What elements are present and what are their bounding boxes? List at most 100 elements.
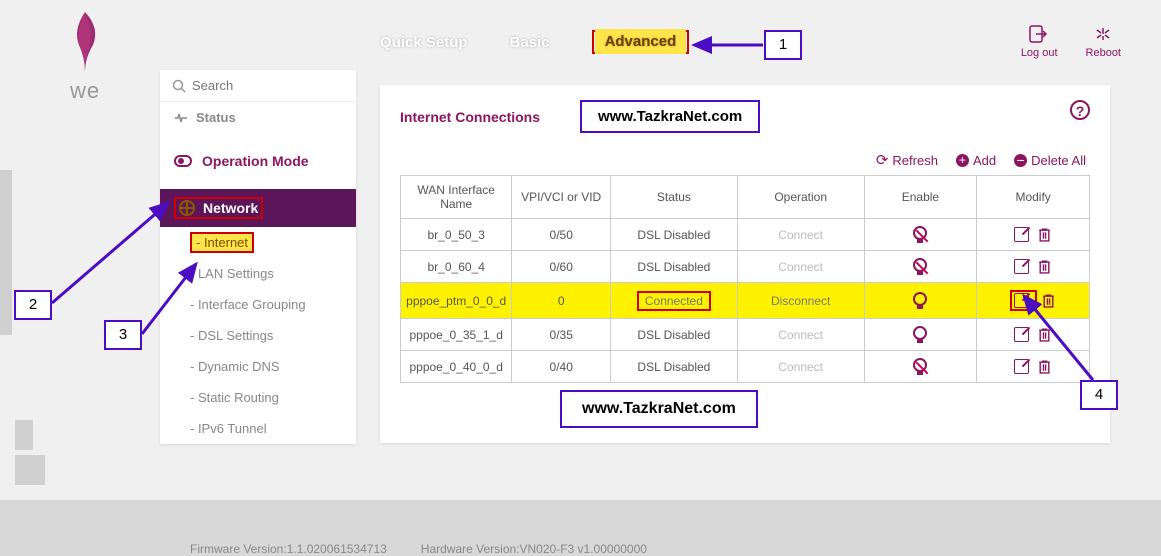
cell-enable[interactable] xyxy=(864,219,977,251)
top-navigation: Quick Setup Basic Advanced xyxy=(380,30,689,54)
delete-button[interactable] xyxy=(1037,259,1052,274)
sidebar: Status Operation Mode Network - Internet… xyxy=(160,70,356,444)
cell-modify xyxy=(977,251,1090,283)
cell-status: DSL Disabled xyxy=(611,351,738,383)
col-vpi: VPI/VCI or VID xyxy=(512,176,611,219)
toggle-icon xyxy=(174,155,192,167)
cell-modify xyxy=(977,219,1090,251)
bulb-icon[interactable] xyxy=(913,258,927,272)
sidebar-item-status[interactable]: Status xyxy=(160,102,356,133)
cell-wan: pppoe_0_40_0_d xyxy=(401,351,512,383)
cell-wan: pppoe_0_35_1_d xyxy=(401,319,512,351)
cell-wan: pppoe_ptm_0_0_d xyxy=(401,283,512,319)
cell-vpi: 0/40 xyxy=(512,351,611,383)
table-row: pppoe_ptm_0_0_d0ConnectedDisconnect xyxy=(401,283,1090,319)
brand-logo: we xyxy=(40,10,130,104)
callout-1: 1 xyxy=(764,30,802,60)
sidebar-sub-interface-grouping[interactable]: - Interface Grouping xyxy=(160,289,356,320)
table-row: pppoe_0_35_1_d0/35DSL DisabledConnect xyxy=(401,319,1090,351)
hardware-version: Hardware Version:VN020-F3 v1.00000000 xyxy=(421,542,647,556)
search-field[interactable] xyxy=(192,78,312,93)
cell-operation[interactable]: Connect xyxy=(737,351,864,383)
sidebar-sub-static-routing[interactable]: - Static Routing xyxy=(160,382,356,413)
cell-modify xyxy=(977,283,1090,319)
add-button[interactable]: Add xyxy=(956,151,996,169)
col-operation: Operation xyxy=(737,176,864,219)
cell-vpi: 0 xyxy=(512,283,611,319)
cell-wan: br_0_60_4 xyxy=(401,251,512,283)
delete-button[interactable] xyxy=(1037,327,1052,342)
globe-icon xyxy=(179,200,195,216)
col-status: Status xyxy=(611,176,738,219)
reboot-label: Reboot xyxy=(1086,47,1121,59)
sidebar-sub-dsl-settings[interactable]: - DSL Settings xyxy=(160,320,356,351)
cell-vpi: 0/35 xyxy=(512,319,611,351)
edit-button[interactable] xyxy=(1014,327,1029,342)
reboot-button[interactable]: Reboot xyxy=(1086,25,1121,59)
search-input[interactable] xyxy=(160,70,356,102)
cell-status: DSL Disabled xyxy=(611,219,738,251)
cell-enable[interactable] xyxy=(864,319,977,351)
col-wan: WAN Interface Name xyxy=(401,176,512,219)
flame-icon xyxy=(65,10,105,75)
edit-button[interactable] xyxy=(1014,227,1029,242)
bulb-icon[interactable] xyxy=(913,326,927,340)
footer: Firmware Version:1.1.020061534713 Hardwa… xyxy=(190,542,647,556)
bulb-icon[interactable] xyxy=(913,226,927,240)
nav-advanced[interactable]: Advanced xyxy=(595,29,687,54)
cell-wan: br_0_50_3 xyxy=(401,219,512,251)
callout-4: 4 xyxy=(1080,380,1118,410)
cell-status: DSL Disabled xyxy=(611,251,738,283)
delete-button[interactable] xyxy=(1037,359,1052,374)
cell-operation[interactable]: Disconnect xyxy=(737,283,864,319)
sidebar-sub-dynamic-dns[interactable]: - Dynamic DNS xyxy=(160,351,356,382)
sidebar-item-operation-mode[interactable]: Operation Mode xyxy=(160,143,356,179)
arrow-1 xyxy=(690,35,765,60)
sidebar-sub-lan-settings[interactable]: - LAN Settings xyxy=(160,258,356,289)
refresh-button[interactable]: Refresh xyxy=(876,151,938,169)
cell-modify xyxy=(977,351,1090,383)
help-icon[interactable]: ? xyxy=(1070,100,1090,120)
nav-basic[interactable]: Basic xyxy=(510,34,550,51)
cell-status: DSL Disabled xyxy=(611,319,738,351)
search-icon xyxy=(172,79,186,93)
cell-enable[interactable] xyxy=(864,251,977,283)
sidebar-sub-internet[interactable]: - Internet xyxy=(160,227,356,258)
reboot-icon xyxy=(1093,25,1113,43)
watermark: www.TazkraNet.com xyxy=(580,100,760,133)
connections-table: WAN Interface Name VPI/VCI or VID Status… xyxy=(400,175,1090,383)
pulse-icon xyxy=(174,113,188,123)
col-enable: Enable xyxy=(864,176,977,219)
bulb-icon[interactable] xyxy=(913,358,927,372)
table-row: br_0_50_30/50DSL DisabledConnect xyxy=(401,219,1090,251)
cell-operation[interactable]: Connect xyxy=(737,251,864,283)
cell-enable[interactable] xyxy=(864,351,977,383)
delete-all-button[interactable]: Delete All xyxy=(1014,151,1086,169)
edit-button[interactable] xyxy=(1014,359,1029,374)
opmode-label: Operation Mode xyxy=(202,153,309,169)
callout-3: 3 xyxy=(104,320,142,350)
panel-title: Internet Connections xyxy=(400,109,540,125)
cell-vpi: 0/60 xyxy=(512,251,611,283)
delete-button[interactable] xyxy=(1041,293,1056,308)
edit-button[interactable] xyxy=(1014,293,1029,308)
sidebar-item-network[interactable]: Network xyxy=(160,189,356,227)
watermark-2: www.TazkraNet.com xyxy=(560,390,758,428)
delete-button[interactable] xyxy=(1037,227,1052,242)
sidebar-sub-ipv6-tunnel[interactable]: - IPv6 Tunnel xyxy=(160,413,356,444)
cell-operation[interactable]: Connect xyxy=(737,319,864,351)
bulb-icon[interactable] xyxy=(913,292,927,306)
callout-2: 2 xyxy=(14,290,52,320)
logout-button[interactable]: Log out xyxy=(1021,25,1058,59)
logout-icon xyxy=(1029,25,1049,43)
cell-vpi: 0/50 xyxy=(512,219,611,251)
network-label: Network xyxy=(203,200,258,216)
table-row: pppoe_0_40_0_d0/40DSL DisabledConnect xyxy=(401,351,1090,383)
cell-operation[interactable]: Connect xyxy=(737,219,864,251)
edit-button[interactable] xyxy=(1014,259,1029,274)
firmware-version: Firmware Version:1.1.020061534713 xyxy=(190,542,387,556)
col-modify: Modify xyxy=(977,176,1090,219)
nav-quick-setup[interactable]: Quick Setup xyxy=(380,34,468,51)
logout-label: Log out xyxy=(1021,47,1058,59)
cell-enable[interactable] xyxy=(864,283,977,319)
